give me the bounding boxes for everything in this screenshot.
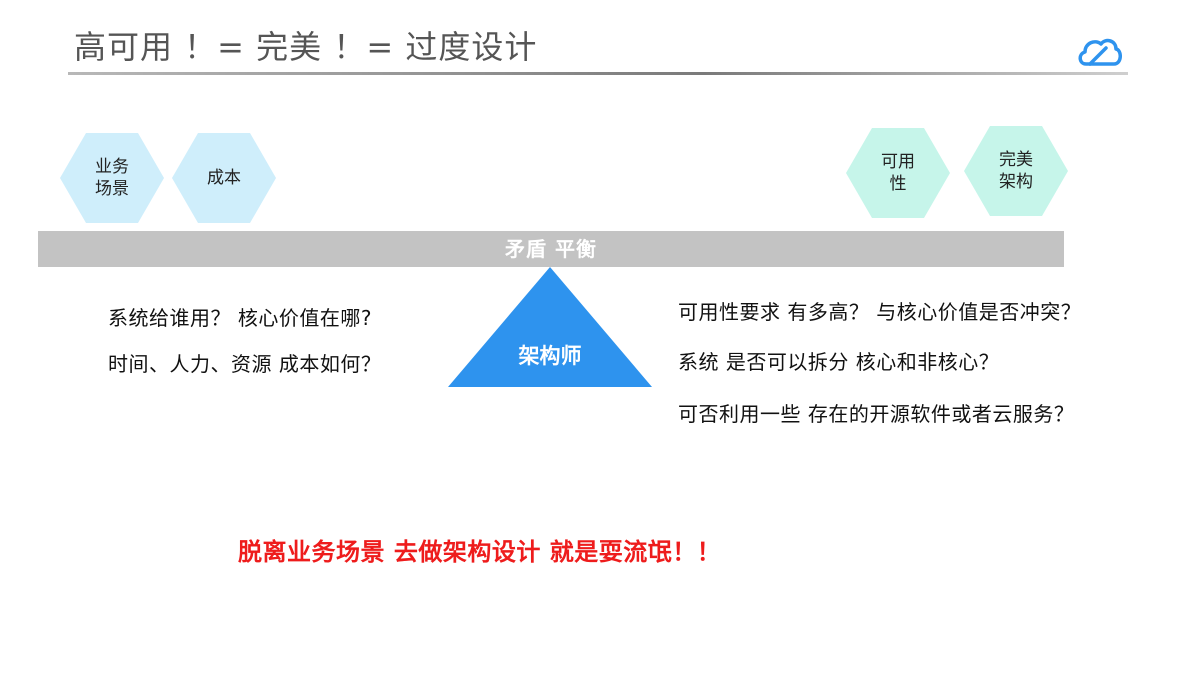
hexagon-availability: 可用 性 (846, 128, 950, 218)
hexagon-perfect-architecture: 完美 架构 (964, 126, 1068, 216)
hexagon-business-scenario: 业务 场景 (60, 133, 164, 223)
hexagon-label: 可用 性 (881, 152, 915, 194)
cloud-icon (1078, 38, 1122, 66)
fulcrum-label: 架构师 (518, 344, 582, 368)
hexagon-label: 成本 (207, 168, 241, 188)
left-question: 系统给谁用？ 核心价值在哪? (108, 306, 372, 330)
page-title: 高可用 ！= 完美 ！= 过度设计 (74, 28, 538, 66)
right-question: 可否利用一些 存在的开源软件或者云服务？ (678, 402, 1075, 426)
hexagon-label: 完美 架构 (999, 150, 1033, 192)
hexagon-cost: 成本 (172, 133, 276, 223)
right-question: 可用性要求 有多高？ 与核心价值是否冲突？ (678, 300, 1082, 324)
right-question: 系统 是否可以拆分 核心和非核心？ (678, 350, 1000, 374)
left-question: 时间、人力、资源 成本如何？ (108, 352, 382, 376)
balance-label: 矛盾 平衡 (505, 237, 597, 261)
warning-text: 脱离业务场景 去做架构设计 就是耍流氓！！ (238, 538, 722, 566)
hexagon-label: 业务 场景 (95, 157, 129, 199)
title-divider (68, 72, 1128, 75)
